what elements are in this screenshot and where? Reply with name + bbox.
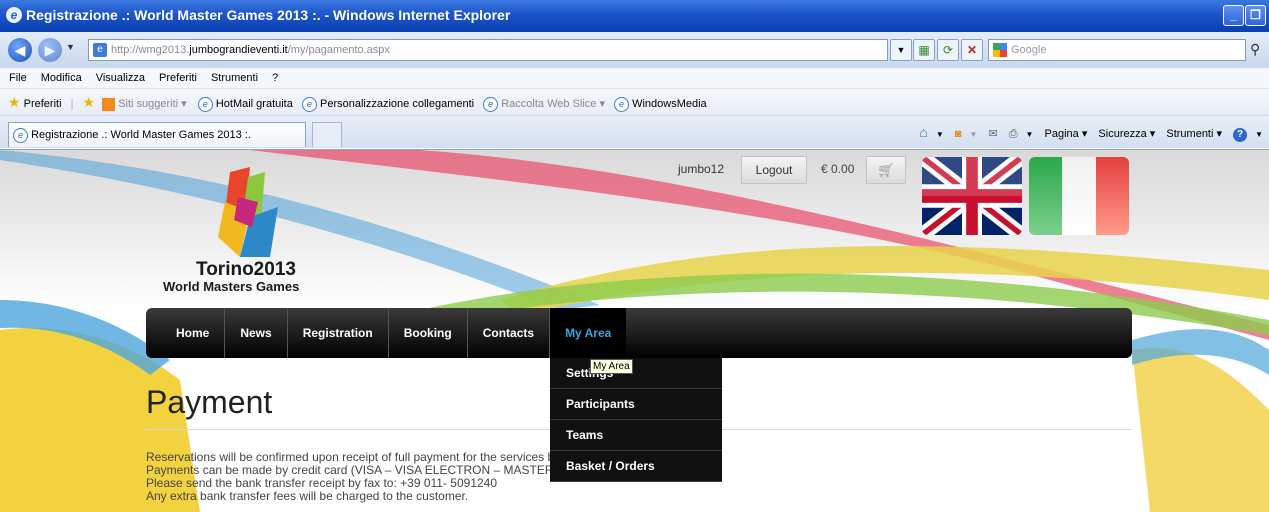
url-path: /my/pagamento.aspx [287,44,390,56]
ie-page-icon: e [197,96,213,112]
window-title: Registrazione .: World Master Games 2013… [26,7,511,23]
ie-page-icon: e [301,96,317,112]
refresh-icon[interactable]: ⟳ [937,39,959,61]
search-icon[interactable]: ⚲ [1250,41,1260,58]
menu-strumenti-cmd[interactable]: Strumenti ▾ [1166,128,1222,140]
search-input[interactable]: Google [988,39,1246,61]
ie-page-icon: e [483,96,499,112]
feeds-icon[interactable]: ◙ [955,128,962,140]
menu-file[interactable]: File [9,72,27,84]
nav-registration[interactable]: Registration [288,308,389,358]
menu-bar: File Modifica Visualizza Preferiti Strumenti… [0,68,1269,89]
favorites-bar: ★ Preferiti | ★ Siti suggeriti ▾ e HotMa… [0,89,1269,116]
print-icon[interactable]: ⎙ [1009,128,1018,140]
forward-button[interactable]: ▶ [38,38,62,62]
ie-page-icon: e [13,127,28,143]
home-icon[interactable]: ⌂ [919,124,927,140]
logout-button[interactable]: Logout [741,156,807,184]
cart-icon[interactable]: 🛒︎ [866,156,906,184]
nav-news[interactable]: News [225,308,288,358]
italian-flag-icon[interactable] [1029,157,1129,235]
restore-button[interactable]: ❐ [1245,5,1266,26]
address-toolbar: ◀ ▶ ▼ e http://wmg2013.jumbograndieventi.… [0,32,1269,68]
dropdown-icon[interactable]: ▼ [936,130,944,139]
dropdown-icon[interactable]: ▼ [1026,130,1034,139]
stop-icon[interactable]: ✕ [961,39,983,61]
dropdown-settings[interactable]: Settings [550,358,722,389]
url-prefix: http://wmg2013. [111,44,190,56]
history-dropdown-icon[interactable]: ▼ [66,42,75,52]
window-title-bar: e Registrazione .: World Master Games 20… [0,0,1269,32]
username: jumbo12 [678,162,725,176]
separator: | [70,98,74,110]
english-flag-icon[interactable] [922,157,1022,235]
my-area-dropdown: Settings Participants Teams Basket / Ord… [550,358,722,482]
fav-personalize[interactable]: Personalizzazione collegamenti [320,98,474,110]
google-logo-icon [993,43,1007,57]
ie-logo-icon: e [6,7,22,23]
page-icon: e [93,43,107,57]
body-line: Any extra bank transfer fees will be cha… [146,489,469,503]
tooltip: My Area [590,359,633,374]
fav-webslice[interactable]: Raccolta Web Slice ▾ [501,98,605,110]
nav-home[interactable]: Home [146,308,226,358]
favorites-button[interactable]: Preferiti [24,98,62,110]
cart-total: € 0.00 [821,162,855,176]
logo-line2: World Masters Games [163,279,300,294]
tab-active[interactable]: e Registrazione .: World Master Games 20… [8,122,306,147]
fav-hotmail[interactable]: HotMail gratuita [216,98,293,110]
help-icon[interactable]: ? [1233,128,1248,142]
dropdown-participants[interactable]: Participants [550,389,722,420]
menu-sicurezza[interactable]: Sicurezza ▾ [1098,128,1155,140]
menu-modifica[interactable]: Modifica [41,72,82,84]
nav-contacts[interactable]: Contacts [468,308,551,358]
nav-my-area[interactable]: My Area [550,308,627,358]
favorites-star-icon: ★ [8,94,21,110]
page-title: Payment [146,384,273,420]
menu-help[interactable]: ? [272,72,278,84]
nav-booking[interactable]: Booking [389,308,468,358]
command-bar: ⌂ ▼ ◙ ▼ ✉ ⎙ ▼ Pagina ▾ Sicurezza ▾ Strument… [911,124,1263,143]
fav-suggested-sites[interactable]: Siti suggeriti ▾ [118,98,187,110]
minimize-button[interactable]: _ [1223,5,1244,26]
dropdown-basket-orders[interactable]: Basket / Orders [550,451,722,482]
menu-strumenti[interactable]: Strumenti [211,72,258,84]
tab-label: Registrazione .: World Master Games 2013… [31,129,251,141]
mail-icon[interactable]: ✉ [988,128,997,140]
tab-strip: e Registrazione .: World Master Games 20… [0,116,1269,148]
fav-windowsmedia[interactable]: WindowsMedia [632,98,707,110]
address-dropdown-icon[interactable]: ▼ [890,39,912,61]
ie-page-icon: e [614,96,630,112]
add-favorite-icon[interactable]: ★ [83,94,96,110]
url-domain: jumbograndieventi.it [189,44,288,56]
web-page: Torino2013 World Masters Games jumbo12 L… [0,149,1269,512]
menu-preferiti[interactable]: Preferiti [159,72,197,84]
main-navigation: Home News Registration Booking Contacts … [146,308,1132,358]
dropdown-teams[interactable]: Teams [550,420,722,451]
menu-pagina[interactable]: Pagina ▾ [1045,128,1088,140]
logo-line1: Torino2013 [196,259,296,280]
suggested-sites-icon [102,97,116,111]
back-button[interactable]: ◀ [8,38,32,62]
search-placeholder: Google [1011,44,1047,56]
dropdown-icon[interactable]: ▼ [969,130,977,139]
dropdown-icon[interactable]: ▼ [1255,130,1263,139]
new-tab-button[interactable] [312,122,342,147]
menu-visualizza[interactable]: Visualizza [96,72,145,84]
address-input[interactable]: e http://wmg2013.jumbograndieventi.it/my/… [88,39,888,61]
compatibility-view-icon[interactable]: ▦ [913,39,935,61]
torino2013-logo-icon [218,167,278,257]
